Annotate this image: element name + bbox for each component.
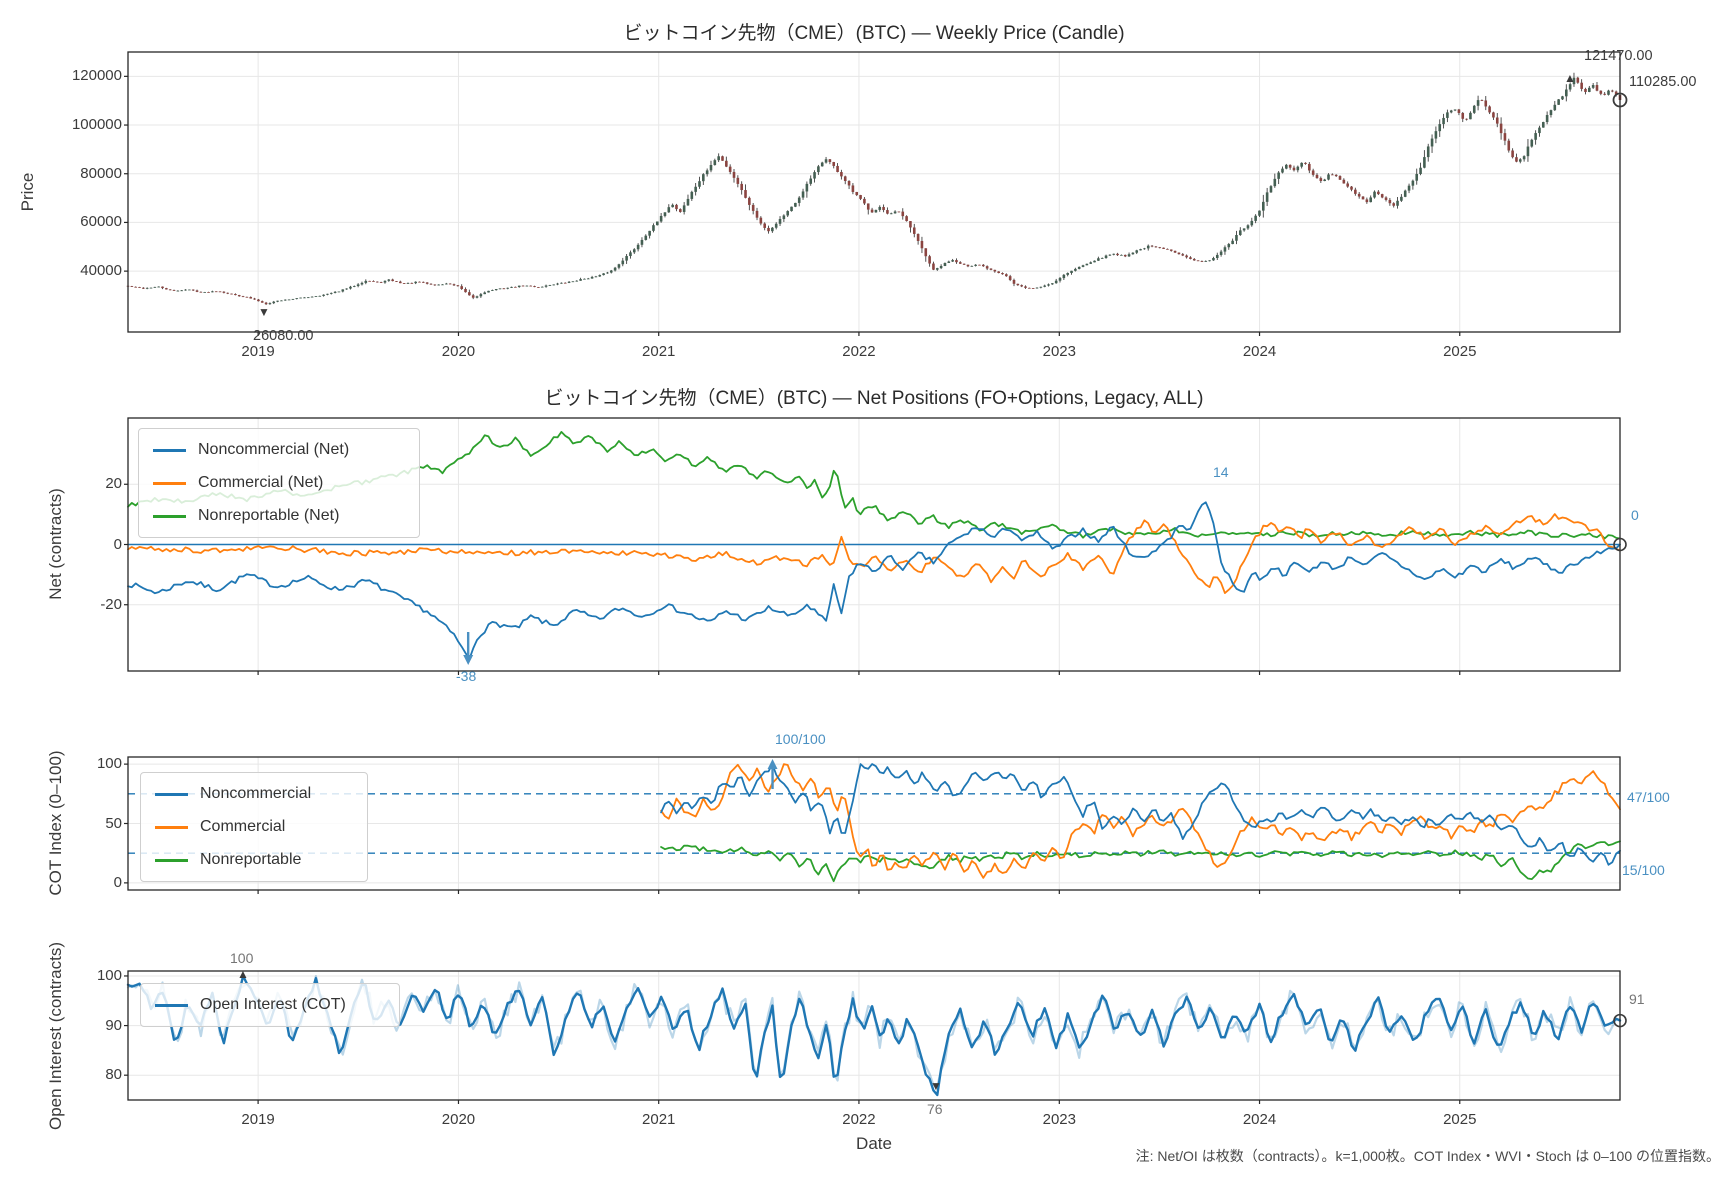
oi-max-marker-icon: ▲	[237, 968, 249, 980]
oi-max-annotation: 100	[230, 950, 253, 967]
price-panel-border	[128, 52, 1620, 332]
legend-line-swatch	[153, 449, 186, 452]
legend-item: Open Interest (COT)	[155, 993, 385, 1017]
y-tick-label: 120000	[38, 67, 122, 85]
legend-line-swatch	[155, 859, 188, 862]
y-tick-label: -20	[38, 596, 122, 614]
y-tick-label: 60000	[38, 213, 122, 231]
x-tick-label: 2019	[222, 343, 294, 361]
legend-line-swatch	[153, 515, 186, 518]
date-axis-label: Date	[856, 1134, 892, 1154]
price-axis-label: Price	[18, 173, 38, 212]
legend-item-label: Nonreportable (Net)	[198, 507, 339, 525]
legend-item-label: Noncommercial	[200, 785, 311, 803]
cot-index-legend: Noncommercial Commercial Nonreportable	[140, 772, 368, 882]
open-interest-legend: Open Interest (COT)	[140, 983, 400, 1027]
legend-item-label: Open Interest (COT)	[200, 996, 346, 1014]
y-tick-label: 50	[38, 815, 122, 833]
y-tick-label: 80000	[38, 165, 122, 183]
y-tick-label: 90	[38, 1017, 122, 1035]
legend-item: Commercial	[155, 815, 353, 839]
x-tick-label: 2021	[623, 343, 695, 361]
cot-dashboard-figure: ビットコイン先物（CME）(BTC) — Weekly Price (Candl…	[0, 0, 1728, 1180]
x-tick-label: 2022	[823, 1111, 895, 1129]
legend-item: Nonreportable (Net)	[153, 504, 405, 528]
y-tick-label: 40000	[38, 262, 122, 280]
gridlines	[128, 52, 1620, 1100]
net-legend: Noncommercial (Net) Commercial (Net) Non…	[138, 428, 420, 538]
x-tick-label: 2025	[1424, 343, 1496, 361]
legend-item-label: Commercial (Net)	[198, 474, 323, 492]
Noncommercial-line	[661, 764, 1620, 865]
price-high-annotation: 121470.00	[1584, 48, 1653, 65]
price-high-marker-icon: ▲	[1564, 72, 1576, 84]
x-tick-label: 2020	[422, 343, 494, 361]
y-tick-label: 100	[38, 755, 122, 773]
candle-wicks	[128, 73, 1620, 305]
x-tick-label: 2023	[1023, 1111, 1095, 1129]
legend-item: Nonreportable	[155, 848, 353, 872]
net-trough-annotation: -38	[456, 668, 476, 685]
x-tick-label: 2025	[1424, 1111, 1496, 1129]
y-tick-label: 0	[38, 874, 122, 892]
oi-last-annotation: 91	[1629, 991, 1645, 1008]
x-tick-label: 2019	[222, 1111, 294, 1129]
x-tick-label: 2022	[823, 343, 895, 361]
legend-item-label: Nonreportable	[200, 851, 301, 869]
oi-min-marker-icon: ▼	[930, 1080, 942, 1092]
legend-item-label: Noncommercial (Net)	[198, 441, 349, 459]
net-panel-title: ビットコイン先物（CME）(BTC) — Net Positions (FO+O…	[545, 383, 1204, 410]
legend-item: Noncommercial	[155, 782, 353, 806]
cot-right-low-annotation: 15/100	[1622, 862, 1665, 879]
x-tick-label: 2021	[623, 1111, 695, 1129]
legend-line-swatch	[153, 482, 186, 485]
y-tick-label: 100	[38, 967, 122, 985]
candle-bodies	[127, 78, 1622, 304]
legend-item: Commercial (Net)	[153, 471, 405, 495]
cot-right-mid-annotation: 47/100	[1627, 789, 1670, 806]
y-tick-label: 100000	[38, 116, 122, 134]
net-peak-annotation: 14	[1213, 464, 1229, 481]
net-last-annotation: 0	[1631, 507, 1639, 524]
footnote: 注: Net/OI は枚数（contracts）。k=1,000枚。COT In…	[1136, 1146, 1720, 1166]
legend-item: Noncommercial (Net)	[153, 438, 405, 462]
y-tick-label: 80	[38, 1066, 122, 1084]
net-trough-arrowhead	[463, 655, 473, 665]
legend-line-swatch	[155, 826, 188, 829]
x-tick-label: 2024	[1224, 343, 1296, 361]
cot-peak-annotation: 100/100	[775, 731, 826, 748]
legend-line-swatch	[155, 1004, 188, 1007]
legend-line-swatch	[155, 793, 188, 796]
oi-min-annotation: 76	[927, 1101, 943, 1118]
price-last-annotation: 110285.00	[1629, 74, 1696, 91]
price-low-marker-icon: ▼	[258, 306, 270, 318]
x-tick-label: 2020	[422, 1111, 494, 1129]
price-panel-title: ビットコイン先物（CME）(BTC) — Weekly Price (Candl…	[623, 18, 1124, 45]
y-tick-label: 20	[38, 475, 122, 493]
x-tick-label: 2023	[1023, 343, 1095, 361]
x-tick-label: 2024	[1224, 1111, 1296, 1129]
legend-item-label: Commercial	[200, 818, 285, 836]
Nonreportable-line	[661, 841, 1620, 881]
y-tick-label: 0	[38, 536, 122, 554]
